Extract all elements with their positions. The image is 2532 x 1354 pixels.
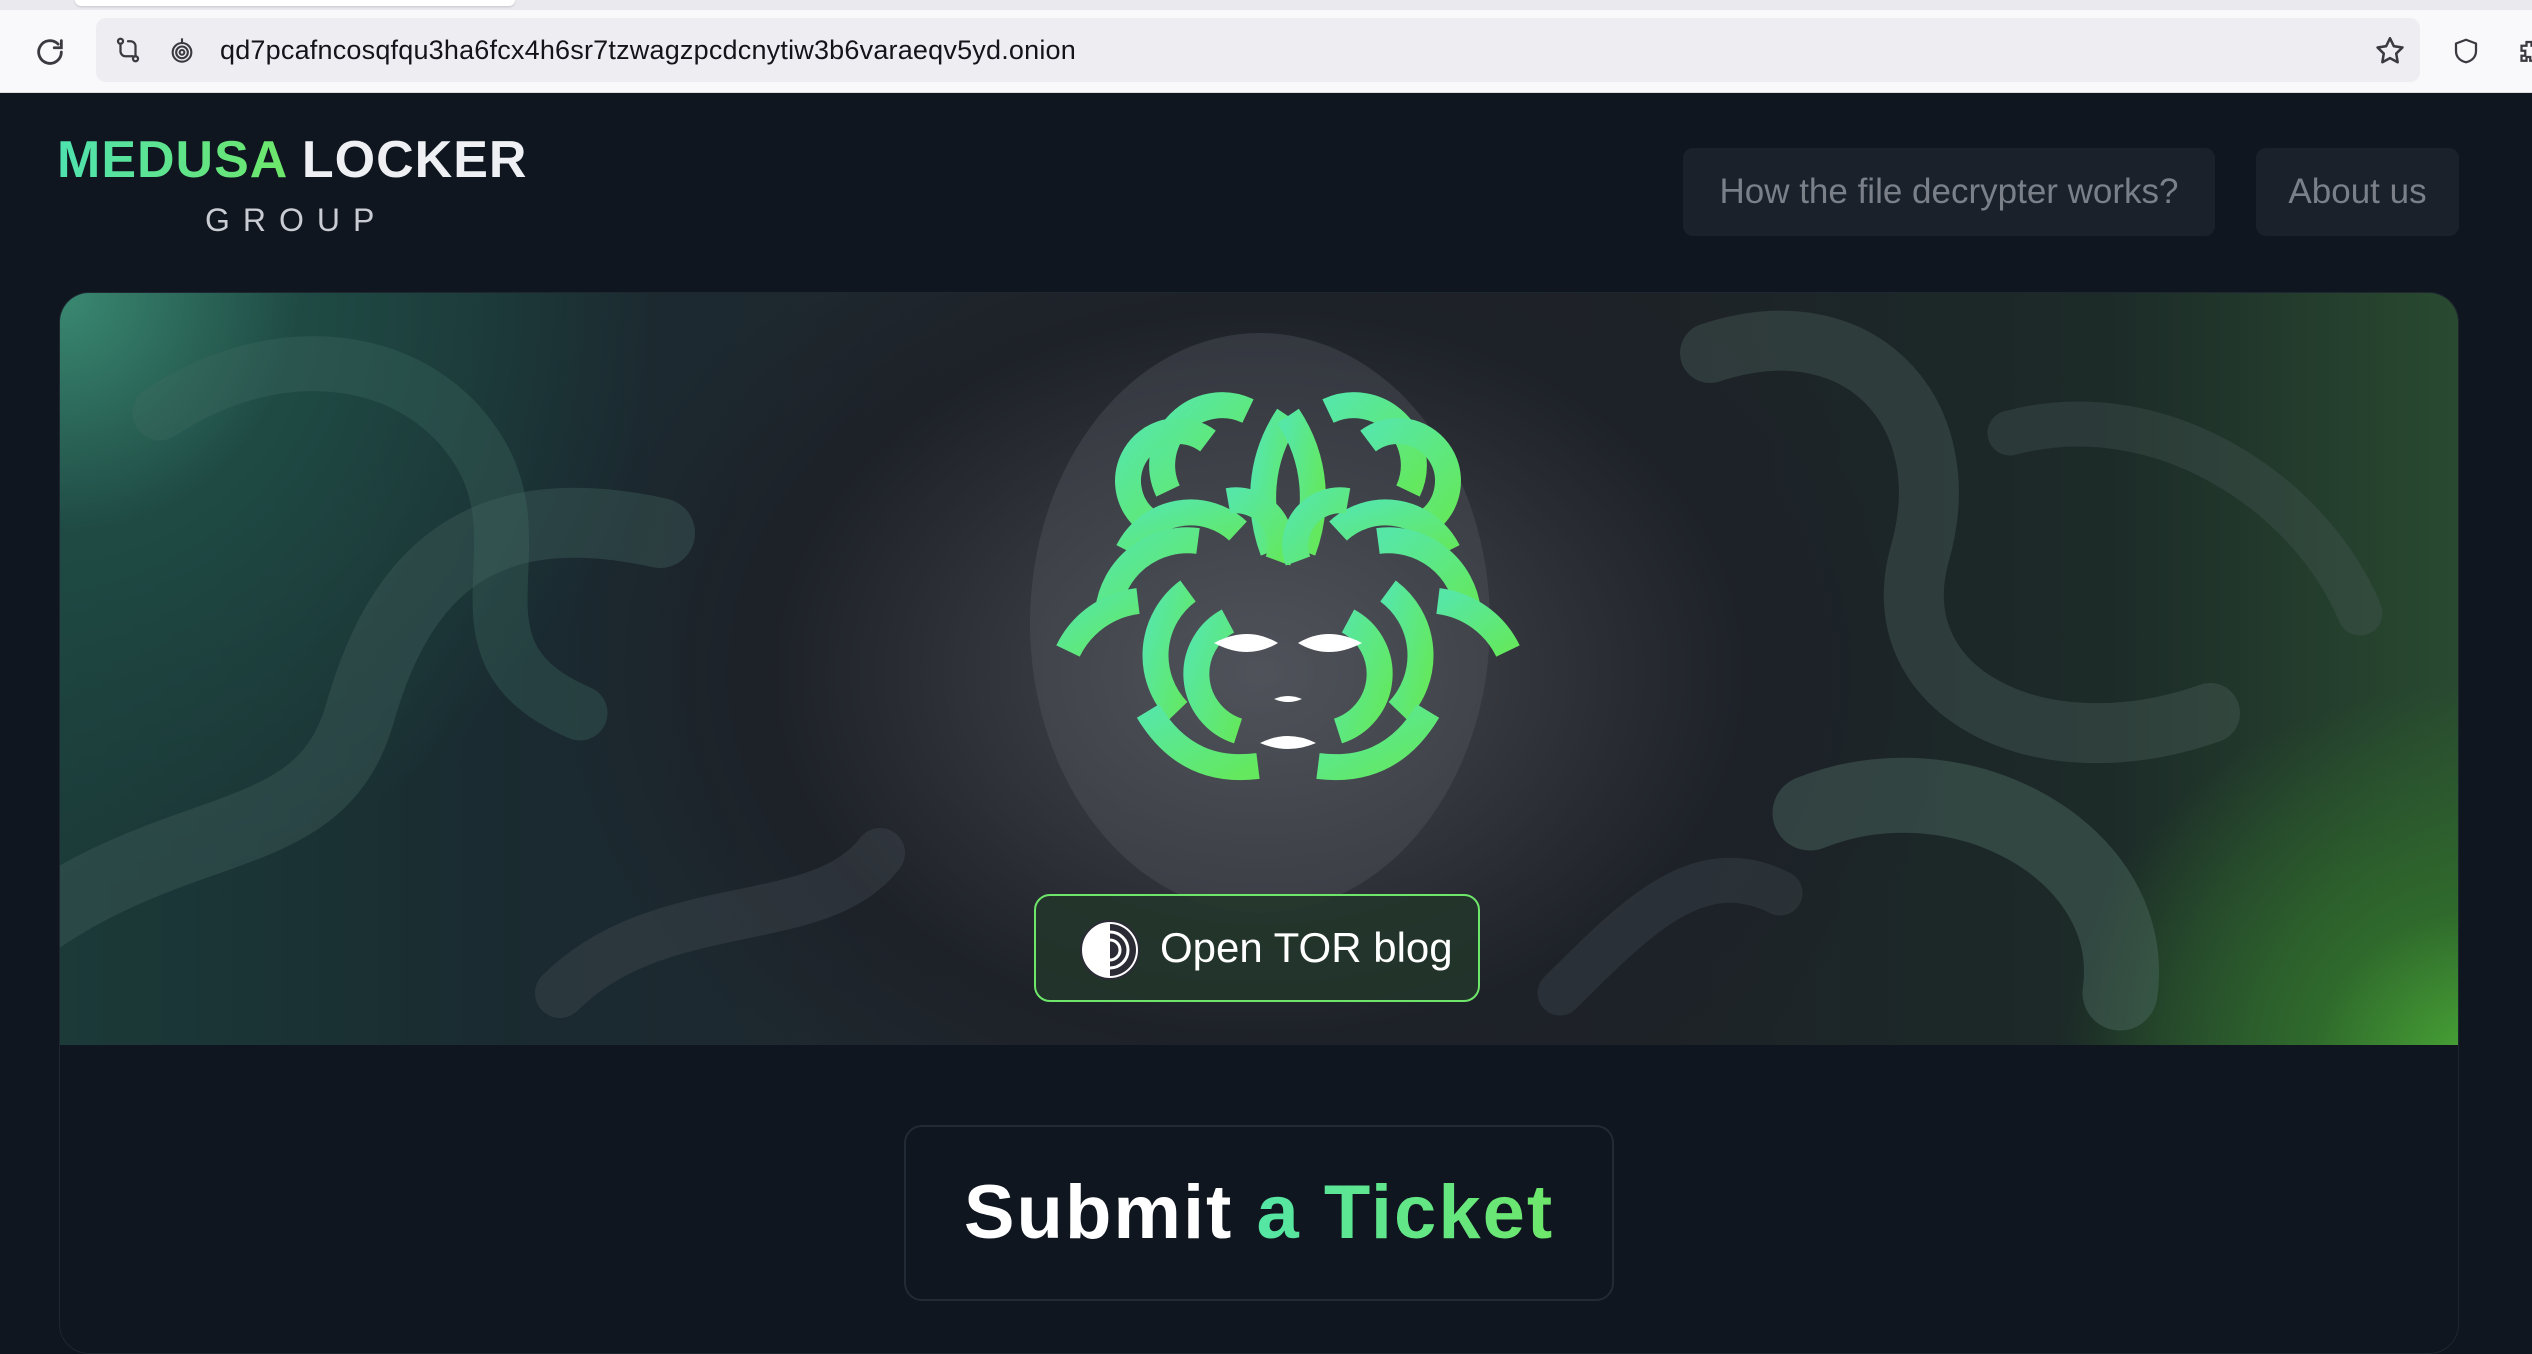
shield-icon[interactable] xyxy=(2445,30,2487,72)
nav-how-decrypter-works[interactable]: How the file decrypter works? xyxy=(1683,148,2215,236)
nav-about-us[interactable]: About us xyxy=(2256,148,2459,236)
extension-icon[interactable] xyxy=(2514,34,2532,70)
medusa-logo-icon xyxy=(1056,392,1520,781)
tor-onion-icon xyxy=(1080,920,1140,980)
logo-subtitle: GROUP xyxy=(205,202,388,238)
reload-icon[interactable] xyxy=(30,32,70,72)
open-tor-blog-button[interactable]: Open TOR blog xyxy=(1034,894,1480,1002)
tracker-icon[interactable] xyxy=(110,32,146,68)
main-card: Open TOR blog Submit a Ticket xyxy=(59,292,2459,1354)
bookmark-star-icon[interactable] xyxy=(2369,30,2411,72)
submit-ticket-panel: Submit a Ticket xyxy=(904,1125,1614,1301)
logo-word-medusa: MEDUSA xyxy=(57,131,287,189)
active-tab-edge[interactable] xyxy=(75,0,515,6)
tor-button-label: Open TOR blog xyxy=(1160,924,1453,971)
submit-ticket-heading: Submit a Ticket xyxy=(906,1127,1612,1299)
logo-word-locker: LOCKER xyxy=(301,131,528,189)
browser-toolbar: qd7pcafncosqfqu3ha6fcx4h6sr7tzwagzpcdcny… xyxy=(0,0,2532,93)
ticket-title-part1: Submit xyxy=(963,1170,1234,1255)
site-logo[interactable]: MEDUSA LOCKER GROUP xyxy=(57,130,537,246)
hero-banner: Open TOR blog xyxy=(60,293,2458,1045)
logo-wordmark: MEDUSA LOCKER xyxy=(57,130,527,190)
onion-lock-icon[interactable] xyxy=(164,32,200,68)
address-bar[interactable]: qd7pcafncosqfqu3ha6fcx4h6sr7tzwagzpcdcny… xyxy=(96,18,2420,82)
url-text[interactable]: qd7pcafncosqfqu3ha6fcx4h6sr7tzwagzpcdcny… xyxy=(220,18,1076,82)
ticket-title-part2: a Ticket xyxy=(1256,1170,1555,1255)
